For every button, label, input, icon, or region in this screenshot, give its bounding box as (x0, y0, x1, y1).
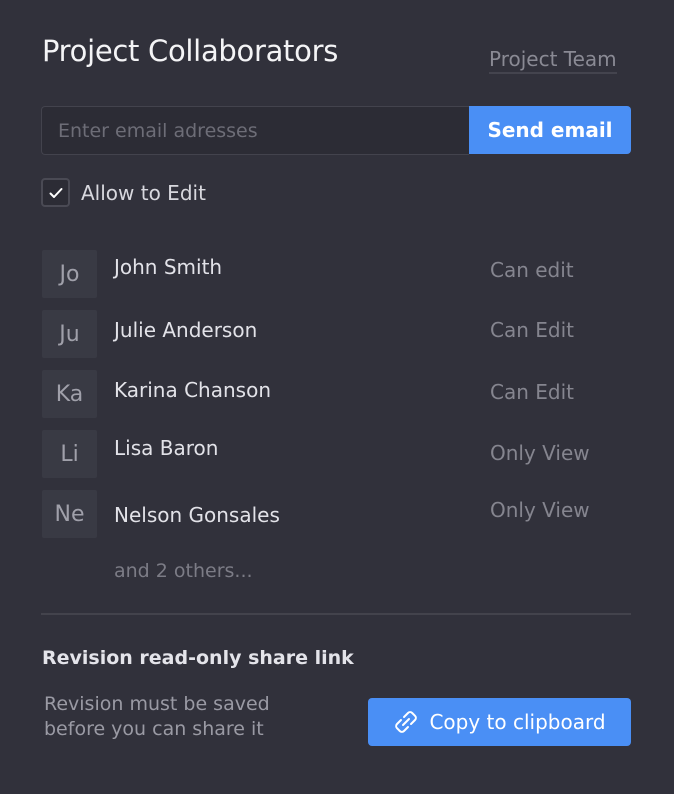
permission-dropdown[interactable]: Can Edit (490, 380, 574, 404)
collaborator-row: Jo John Smith Can edit (42, 250, 632, 298)
invite-row: Send email (41, 106, 631, 155)
copy-to-clipboard-label: Copy to clipboard (429, 710, 606, 734)
share-section-title: Revision read-only share link (42, 647, 354, 669)
collaborator-name: Lisa Baron (114, 436, 219, 460)
link-icon (395, 711, 418, 733)
avatar: Ju (42, 310, 97, 358)
collaborator-name: John Smith (114, 255, 223, 279)
avatar: Ka (42, 370, 97, 418)
page-title: Project Collaborators (42, 34, 339, 68)
collaborator-name: Julie Anderson (114, 318, 258, 342)
allow-edit-label: Allow to Edit (81, 180, 206, 205)
avatar: Li (42, 430, 97, 478)
more-collaborators-link[interactable]: and 2 others... (114, 560, 253, 582)
copy-to-clipboard-button[interactable]: Copy to clipboard (368, 698, 631, 746)
email-input[interactable] (41, 106, 469, 155)
permission-dropdown[interactable]: Can Edit (490, 318, 574, 342)
collaborator-row: Ka Karina Chanson Can Edit (42, 370, 632, 418)
collaborator-row: Li Lisa Baron Only View (42, 430, 632, 478)
share-description: Revision must be saved before you can sh… (44, 693, 270, 740)
collaborator-name: Nelson Gonsales (114, 503, 280, 527)
permission-dropdown[interactable]: Only View (490, 441, 590, 465)
divider (41, 613, 631, 615)
collaborators-panel: Project Collaborators Project Team Send … (0, 0, 674, 794)
avatar: Jo (42, 250, 97, 298)
allow-edit-row: Allow to Edit (41, 178, 206, 207)
collaborator-row: Ju Julie Anderson Can Edit (42, 310, 632, 358)
send-email-button[interactable]: Send email (469, 106, 631, 154)
avatar: Ne (42, 490, 97, 538)
allow-edit-checkbox[interactable] (41, 178, 70, 207)
collaborator-row: Ne Nelson Gonsales Only View (42, 490, 632, 538)
collaborator-name: Karina Chanson (114, 378, 271, 402)
check-icon (49, 187, 62, 198)
permission-dropdown[interactable]: Only View (490, 498, 590, 522)
permission-dropdown[interactable]: Can edit (490, 258, 574, 282)
project-team-link[interactable]: Project Team (489, 47, 617, 74)
